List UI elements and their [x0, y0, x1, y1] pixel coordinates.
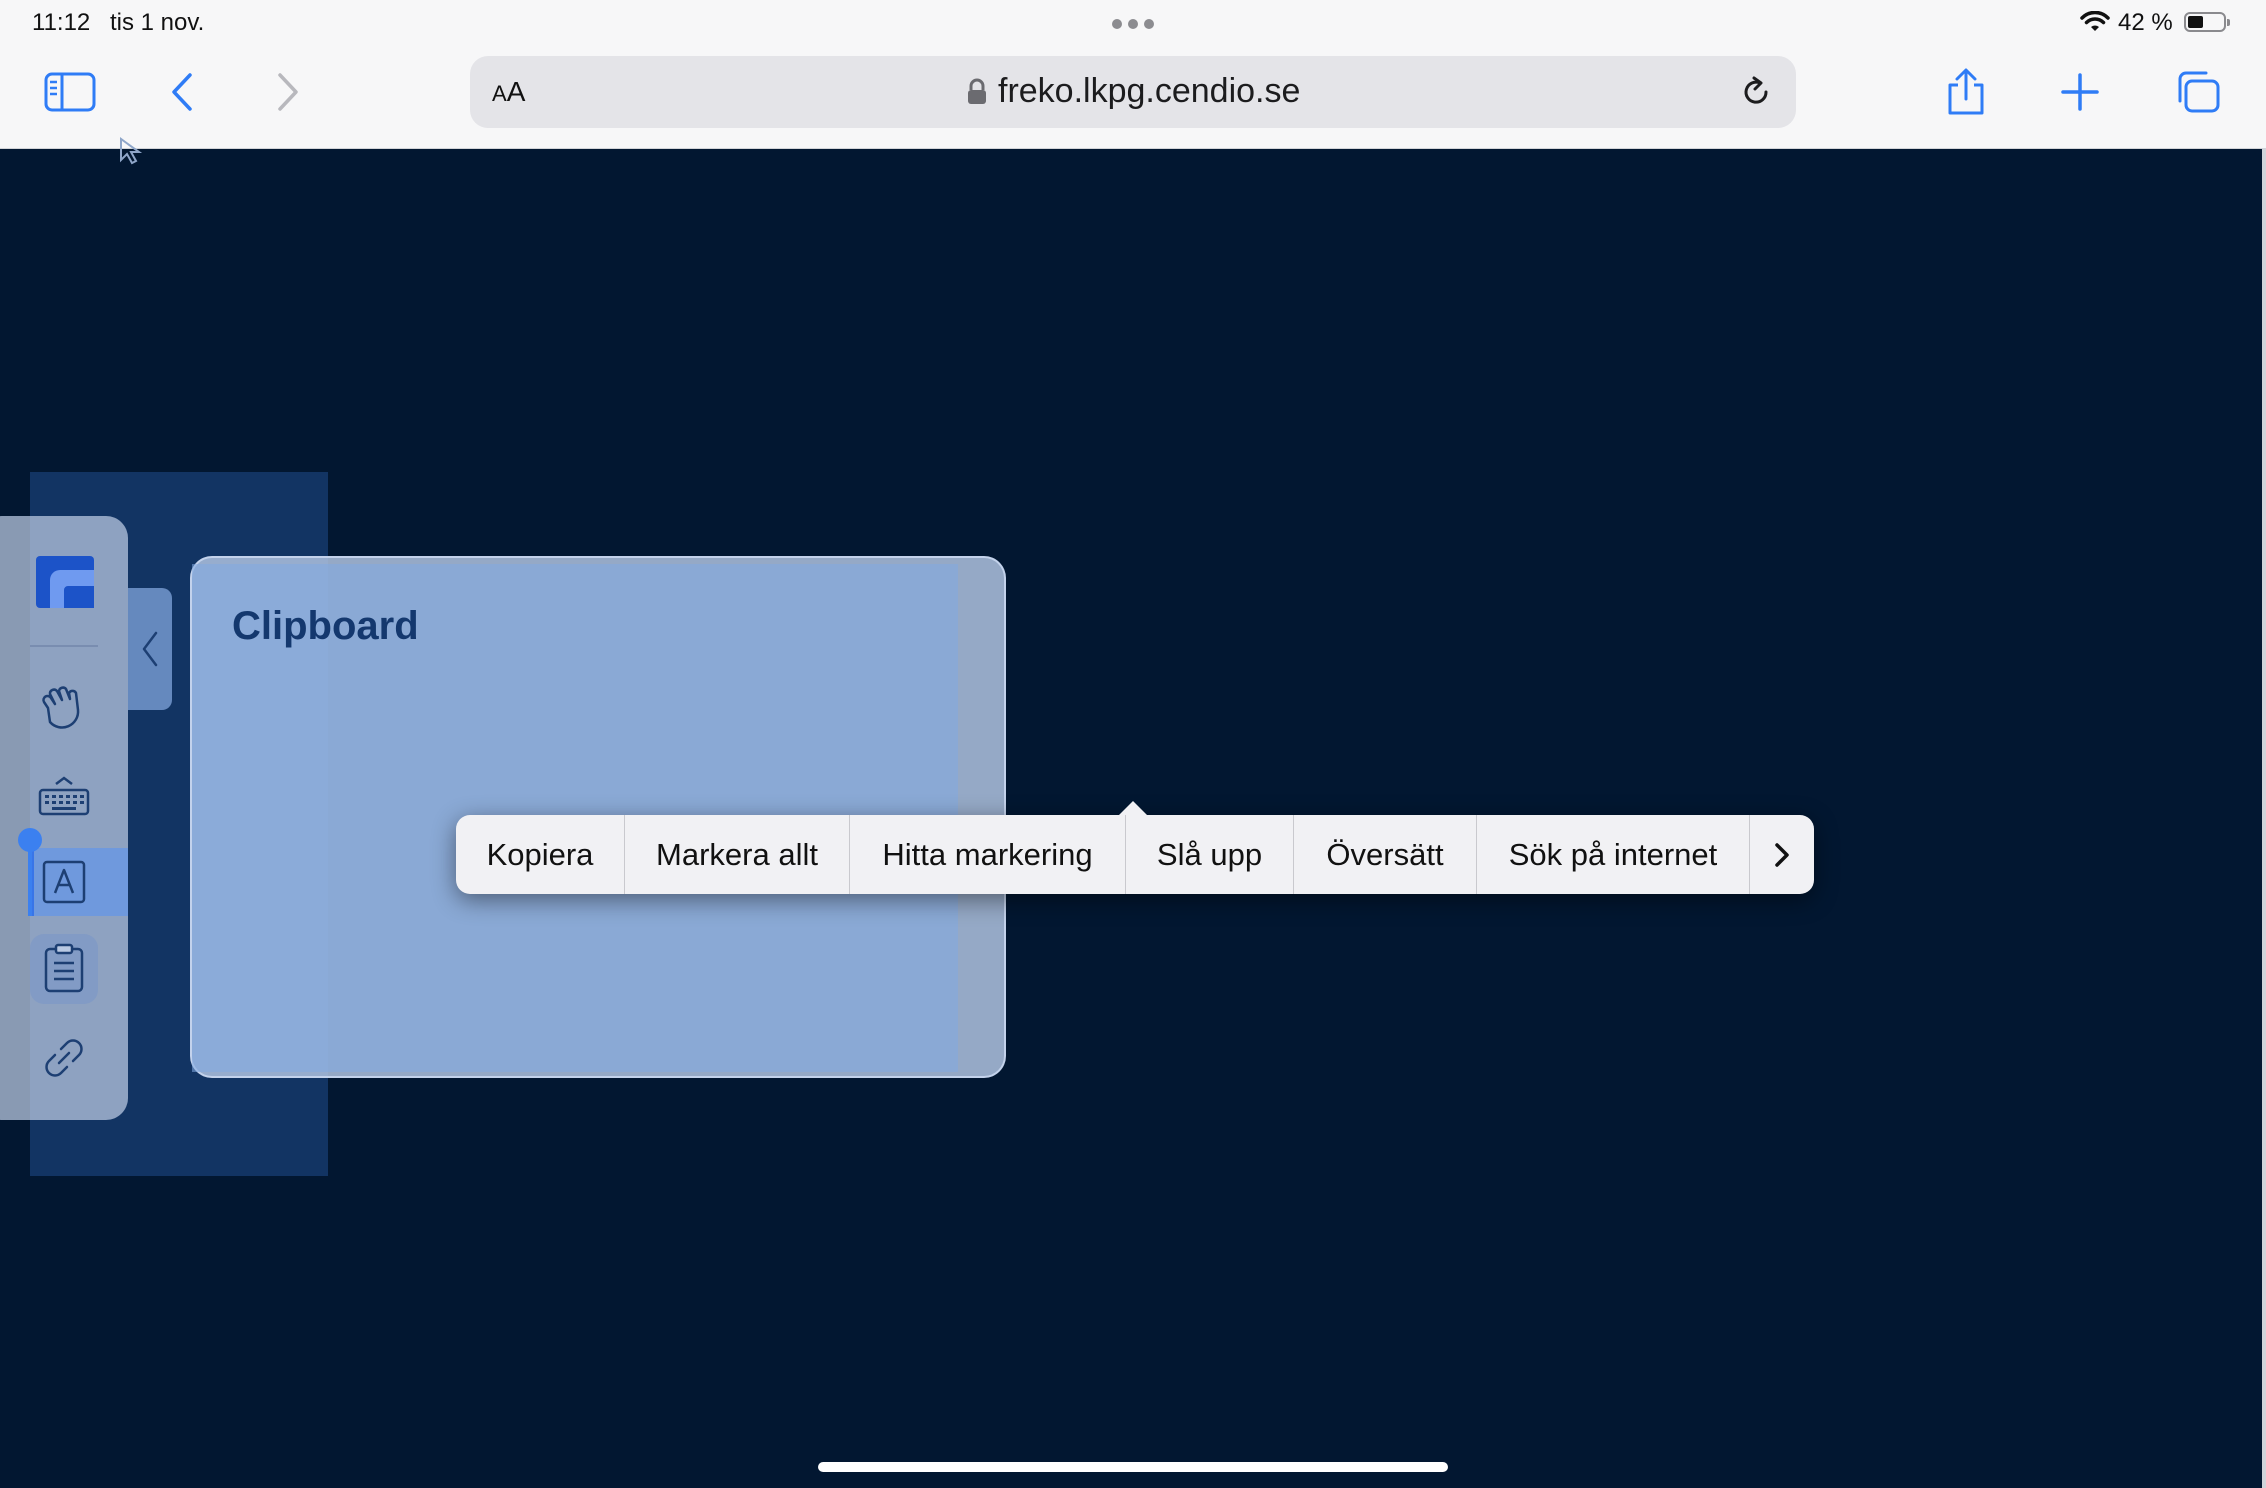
dock-divider	[30, 645, 98, 647]
menu-item-translate[interactable]: Översätt	[1294, 815, 1477, 894]
tab-overview-button[interactable]	[2168, 64, 2228, 120]
forward-button[interactable]	[258, 64, 318, 120]
disconnect-icon	[45, 1039, 83, 1077]
share-button[interactable]	[1936, 64, 1996, 120]
page-edge	[2262, 148, 2266, 1488]
wifi-icon	[2080, 11, 2110, 31]
dock-tool-disconnect[interactable]	[36, 1030, 92, 1086]
clipboard-icon	[44, 943, 84, 993]
dock-tool-text-input[interactable]	[36, 854, 92, 910]
menu-item-select-all[interactable]: Markera allt	[625, 815, 850, 894]
multitasking-dots[interactable]	[1112, 19, 1154, 29]
sidebar-toggle-button[interactable]	[40, 64, 100, 120]
status-date: tis 1 nov.	[110, 9, 205, 36]
reader-options-button[interactable]: AA	[492, 76, 525, 108]
tabs-icon	[2178, 71, 2220, 113]
dock-tool-clipboard[interactable]	[36, 940, 92, 996]
cursor-icon	[120, 137, 143, 165]
hand-icon	[42, 686, 80, 729]
share-icon	[1948, 68, 1984, 115]
url-text: freko.lkpg.cendio.se	[998, 72, 1301, 110]
text-input-icon	[42, 860, 86, 904]
edit-context-menu: Kopiera Markera allt Hitta markering Slå…	[456, 801, 1814, 894]
collapse-panel-button[interactable]	[128, 588, 172, 710]
chevron-right-icon	[278, 73, 298, 111]
app-logo-icon	[36, 556, 94, 608]
menu-item-search-web[interactable]: Sök på internet	[1477, 815, 1750, 894]
chevron-left-icon	[142, 631, 158, 667]
chevron-left-icon	[172, 73, 192, 111]
status-time: 11:12	[32, 9, 91, 36]
battery-percent: 42 %	[2118, 9, 2173, 36]
back-button[interactable]	[152, 64, 212, 120]
address-bar[interactable]: AA freko.lkpg.cendio.se	[470, 56, 1796, 128]
menu-item-look-up[interactable]: Slå upp	[1126, 815, 1294, 894]
sidebar-icon	[44, 72, 96, 112]
dock-tool-hand[interactable]	[36, 680, 92, 736]
browser-toolbar: 11:12 tis 1 nov. 42 % AA freko.lkpg.cend…	[0, 0, 2266, 149]
menu-more-button[interactable]	[1750, 815, 1814, 894]
keyboard-icon	[38, 776, 90, 816]
chevron-right-icon	[1775, 842, 1789, 867]
selection-handle[interactable]	[18, 828, 42, 852]
menu-pointer-arrow	[1119, 801, 1147, 815]
plus-icon	[2061, 73, 2099, 111]
menu-item-copy[interactable]: Kopiera	[456, 815, 625, 894]
menu-item-find-selection[interactable]: Hitta markering	[850, 815, 1126, 894]
new-tab-button[interactable]	[2050, 64, 2110, 120]
dock-tool-keyboard[interactable]	[36, 768, 92, 824]
lock-icon	[968, 78, 986, 104]
clipboard-title: Clipboard	[232, 604, 419, 648]
battery-icon	[2184, 12, 2230, 32]
reload-icon[interactable]	[1738, 74, 1774, 110]
home-indicator[interactable]	[818, 1462, 1448, 1472]
